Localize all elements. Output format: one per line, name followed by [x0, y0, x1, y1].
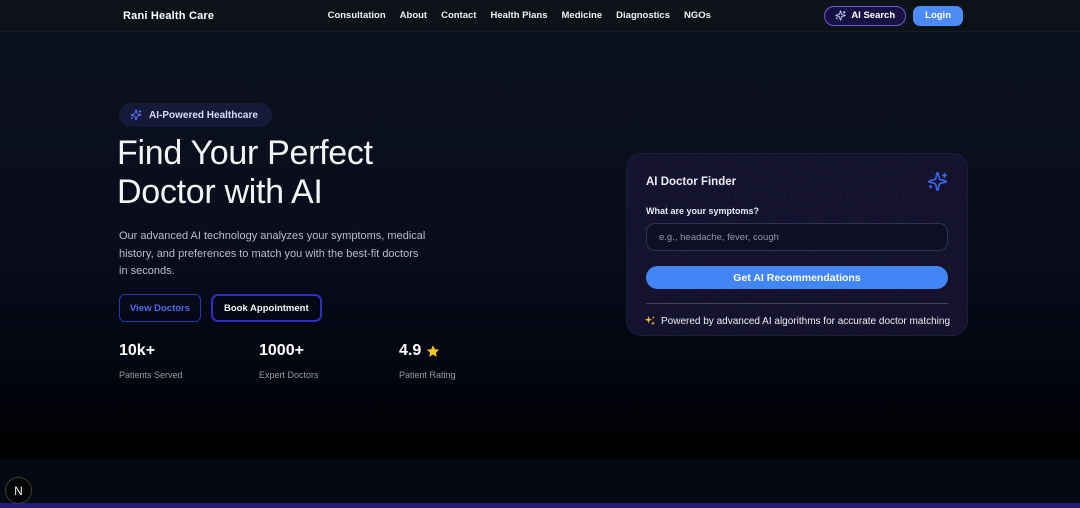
stat-patients-served: 10k+ Patients Served	[119, 342, 259, 380]
stat-expert-doctors: 1000+ Expert Doctors	[259, 342, 399, 380]
brand-logo[interactable]: Rani Health Care	[123, 10, 214, 22]
symptoms-input[interactable]	[646, 223, 948, 251]
stats-row: 10k+ Patients Served 1000+ Expert Doctor…	[119, 342, 539, 380]
book-appointment-button[interactable]: Book Appointment	[211, 294, 322, 322]
hero-section: AI-Powered Healthcare Find Your Perfect …	[0, 32, 1080, 458]
top-navbar: Rani Health Care Consultation About Cont…	[0, 0, 1080, 32]
get-recommendations-button[interactable]: Get AI Recommendations	[646, 266, 948, 289]
stat-label: Expert Doctors	[259, 370, 319, 380]
ai-powered-badge: AI-Powered Healthcare	[119, 103, 272, 127]
finder-card-header: AI Doctor Finder	[646, 171, 948, 192]
dev-badge-letter: N	[14, 483, 23, 498]
finder-footnote: Powered by advanced AI algorithms for ac…	[644, 315, 951, 327]
finder-footnote-text: Powered by advanced AI algorithms for ac…	[660, 315, 951, 327]
card-divider	[646, 303, 948, 304]
ai-search-button[interactable]: AI Search	[824, 5, 907, 26]
sparkles-icon	[835, 10, 846, 21]
sparkles-icon	[130, 109, 142, 121]
nav-link-consultation[interactable]: Consultation	[328, 10, 386, 21]
view-doctors-button[interactable]: View Doctors	[119, 294, 202, 322]
ai-doctor-finder-card: AI Doctor Finder What are your symptoms?…	[626, 153, 968, 336]
nav-link-medicine[interactable]: Medicine	[562, 10, 603, 21]
stat-value: 1000+	[259, 342, 304, 359]
stat-value: 10k+	[119, 342, 156, 359]
nav-link-ngos[interactable]: NGOs	[684, 10, 711, 21]
stat-label: Patients Served	[119, 370, 183, 380]
nextjs-dev-badge[interactable]: N	[5, 477, 32, 504]
stat-patient-rating: 4.9 Patient Rating	[399, 342, 539, 380]
nav-link-contact[interactable]: Contact	[441, 10, 476, 21]
badge-label: AI-Powered Healthcare	[149, 109, 258, 121]
main-nav: Consultation About Contact Health Plans …	[328, 10, 711, 21]
rating-number: 4.9	[399, 342, 422, 359]
ai-search-label: AI Search	[851, 10, 896, 21]
title-line-2: Doctor with AI	[117, 173, 323, 211]
symptoms-label: What are your symptoms?	[646, 206, 760, 216]
hero-description: Our advanced AI technology analyzes your…	[119, 230, 426, 277]
title-line-1: Find Your Perfect	[117, 134, 373, 172]
nav-link-diagnostics[interactable]: Diagnostics	[616, 10, 670, 21]
nav-link-health-plans[interactable]: Health Plans	[490, 10, 547, 21]
sparkles-icon	[927, 171, 948, 192]
stat-label: Patient Rating	[399, 370, 456, 380]
stat-value: 4.9	[399, 342, 539, 360]
page-title: Find Your Perfect Doctor with AI	[117, 134, 373, 212]
login-button[interactable]: Login	[913, 5, 963, 26]
cta-button-row: View Doctors Book Appointment	[119, 294, 322, 322]
nav-link-about[interactable]: About	[400, 10, 427, 21]
header-actions: AI Search Login	[824, 5, 963, 26]
star-icon	[427, 345, 440, 357]
gold-sparkles-icon	[644, 316, 656, 326]
footer	[0, 458, 1080, 503]
bottom-accent-bar	[0, 503, 1080, 508]
finder-card-title: AI Doctor Finder	[646, 175, 737, 188]
